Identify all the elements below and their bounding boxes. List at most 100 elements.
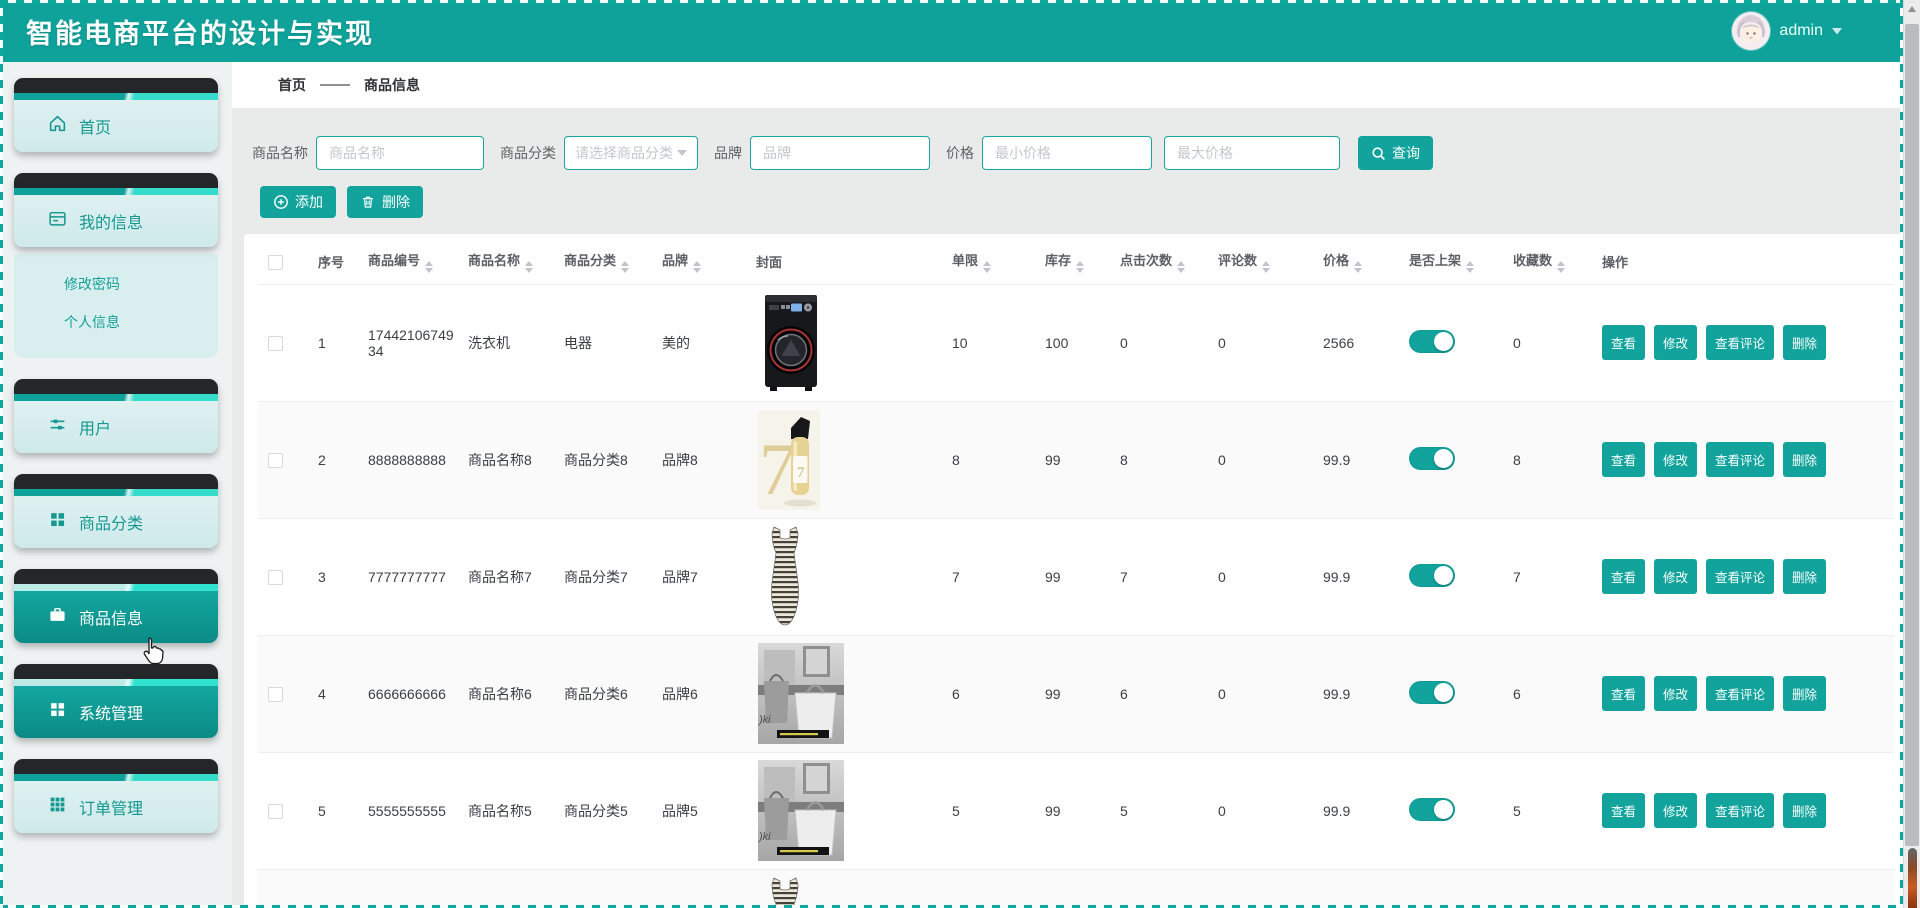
cell-favorites: 6 xyxy=(1503,635,1592,752)
sidebar-subitem-personal-info[interactable]: 个人信息 xyxy=(14,312,218,350)
sort-carets-icon[interactable] xyxy=(983,261,991,273)
column-header-cover: 封面 xyxy=(746,240,942,284)
cell-brand: 品牌5 xyxy=(652,752,746,869)
cell-price: 2566 xyxy=(1313,284,1399,401)
onsale-toggle[interactable] xyxy=(1409,330,1455,353)
product-name-input[interactable] xyxy=(316,136,484,170)
cell-actions: 查看修改查看评论删除 xyxy=(1592,284,1894,401)
column-header-limit[interactable]: 单限 xyxy=(942,240,1035,284)
sort-carets-icon[interactable] xyxy=(1466,261,1474,273)
view-button[interactable]: 查看 xyxy=(1602,325,1645,360)
brand-input[interactable] xyxy=(750,136,930,170)
sidebar-subitem-change-password[interactable]: 修改密码 xyxy=(14,274,218,312)
sort-carets-icon[interactable] xyxy=(425,261,433,273)
onsale-toggle[interactable] xyxy=(1409,564,1455,587)
search-button[interactable]: 查询 xyxy=(1358,136,1433,170)
delete-button[interactable]: 删除 xyxy=(1783,325,1826,360)
table-row xyxy=(258,869,1894,908)
row-checkbox[interactable] xyxy=(268,570,283,585)
view-comments-button[interactable]: 查看评论 xyxy=(1706,559,1774,594)
delete-button[interactable]: 删除 xyxy=(1783,676,1826,711)
sort-carets-icon[interactable] xyxy=(1557,261,1565,273)
sidebar-item-system-management[interactable]: 系统管理 xyxy=(14,664,218,738)
delete-button[interactable]: 删除 xyxy=(1783,793,1826,828)
filter-bar: 商品名称 商品分类 请选择商品分类 品牌 价格 查询 xyxy=(232,108,1920,170)
sidebar-item-top-bar xyxy=(14,569,218,584)
cell-comments: 0 xyxy=(1208,635,1313,752)
sort-carets-icon[interactable] xyxy=(1262,261,1270,273)
page-scrollbar[interactable] xyxy=(1903,0,1920,908)
cell-stock: 99 xyxy=(1035,401,1110,518)
sort-carets-icon[interactable] xyxy=(1177,261,1185,273)
delete-button[interactable]: 删除 xyxy=(347,186,423,218)
row-checkbox[interactable] xyxy=(268,336,283,351)
scrollbar-up-arrow-icon[interactable] xyxy=(1908,6,1916,12)
onsale-toggle[interactable] xyxy=(1409,447,1455,470)
view-comments-button[interactable]: 查看评论 xyxy=(1706,442,1774,477)
view-button[interactable]: 查看 xyxy=(1602,793,1645,828)
sort-carets-icon[interactable] xyxy=(525,261,533,273)
max-price-input[interactable] xyxy=(1164,136,1340,170)
scrollbar-thumb[interactable] xyxy=(1905,24,1919,846)
row-checkbox[interactable] xyxy=(268,687,283,702)
column-header-code[interactable]: 商品编号 xyxy=(358,240,458,284)
delete-button[interactable]: 删除 xyxy=(1783,559,1826,594)
sidebar-item-users[interactable]: 用户 xyxy=(14,379,218,453)
column-header-favorites[interactable]: 收藏数 xyxy=(1503,240,1592,284)
cell-code xyxy=(358,869,458,908)
sidebar-item-product-info[interactable]: 商品信息 xyxy=(14,569,218,643)
cell-clicks: 7 xyxy=(1110,518,1208,635)
column-header-onsale[interactable]: 是否上架 xyxy=(1399,240,1503,284)
cell-index: 4 xyxy=(308,635,358,752)
column-header-clicks[interactable]: 点击次数 xyxy=(1110,240,1208,284)
view-comments-button[interactable]: 查看评论 xyxy=(1706,793,1774,828)
cell-onsale xyxy=(1399,284,1503,401)
cell-index xyxy=(308,869,358,908)
column-header-actions: 操作 xyxy=(1592,240,1894,284)
edit-button[interactable]: 修改 xyxy=(1654,676,1697,711)
user-menu[interactable]: admin xyxy=(1732,12,1842,50)
view-comments-button[interactable]: 查看评论 xyxy=(1706,676,1774,711)
cell-brand: 品牌8 xyxy=(652,401,746,518)
select-all-checkbox[interactable] xyxy=(268,255,283,270)
view-button[interactable]: 查看 xyxy=(1602,676,1645,711)
sort-carets-icon[interactable] xyxy=(693,261,701,273)
column-header-category[interactable]: 商品分类 xyxy=(554,240,652,284)
edit-button[interactable]: 修改 xyxy=(1654,793,1697,828)
row-checkbox[interactable] xyxy=(268,804,283,819)
edit-button[interactable]: 修改 xyxy=(1654,442,1697,477)
column-header-price[interactable]: 价格 xyxy=(1313,240,1399,284)
cell-checkbox xyxy=(258,869,308,908)
edit-button[interactable]: 修改 xyxy=(1654,559,1697,594)
view-button[interactable]: 查看 xyxy=(1602,442,1645,477)
sidebar-item-product-category[interactable]: 商品分类 xyxy=(14,474,218,548)
table-row: 11744210674934洗衣机电器美的 101000025660查看修改查看… xyxy=(258,284,1894,401)
onsale-toggle[interactable] xyxy=(1409,681,1455,704)
sidebar-item-order-management[interactable]: 订单管理 xyxy=(14,759,218,833)
sidebar-item-my-info[interactable]: 我的信息 xyxy=(14,173,218,247)
add-button[interactable]: 添加 xyxy=(260,186,336,218)
sort-carets-icon[interactable] xyxy=(621,261,629,273)
edit-button[interactable]: 修改 xyxy=(1654,325,1697,360)
row-checkbox[interactable] xyxy=(268,453,283,468)
delete-button[interactable]: 删除 xyxy=(1783,442,1826,477)
min-price-input[interactable] xyxy=(982,136,1152,170)
breadcrumb-home[interactable]: 首页 xyxy=(278,75,306,95)
svg-text:)ki: )ki xyxy=(758,831,771,843)
cell-comments: 0 xyxy=(1208,752,1313,869)
view-button[interactable]: 查看 xyxy=(1602,559,1645,594)
column-header-brand[interactable]: 品牌 xyxy=(652,240,746,284)
column-header-stock[interactable]: 库存 xyxy=(1035,240,1110,284)
sidebar-item-home[interactable]: 首页 xyxy=(14,78,218,152)
chevron-down-icon xyxy=(677,150,687,156)
breadcrumb-separator xyxy=(320,84,350,86)
column-header-comments[interactable]: 评论数 xyxy=(1208,240,1313,284)
sort-carets-icon[interactable] xyxy=(1354,261,1362,273)
category-select[interactable]: 请选择商品分类 xyxy=(564,136,698,170)
onsale-toggle[interactable] xyxy=(1409,798,1455,821)
brand-label: 品牌 xyxy=(714,143,742,163)
view-comments-button[interactable]: 查看评论 xyxy=(1706,325,1774,360)
category-select-placeholder: 请选择商品分类 xyxy=(575,143,673,163)
column-header-name[interactable]: 商品名称 xyxy=(458,240,554,284)
sort-carets-icon[interactable] xyxy=(1076,261,1084,273)
